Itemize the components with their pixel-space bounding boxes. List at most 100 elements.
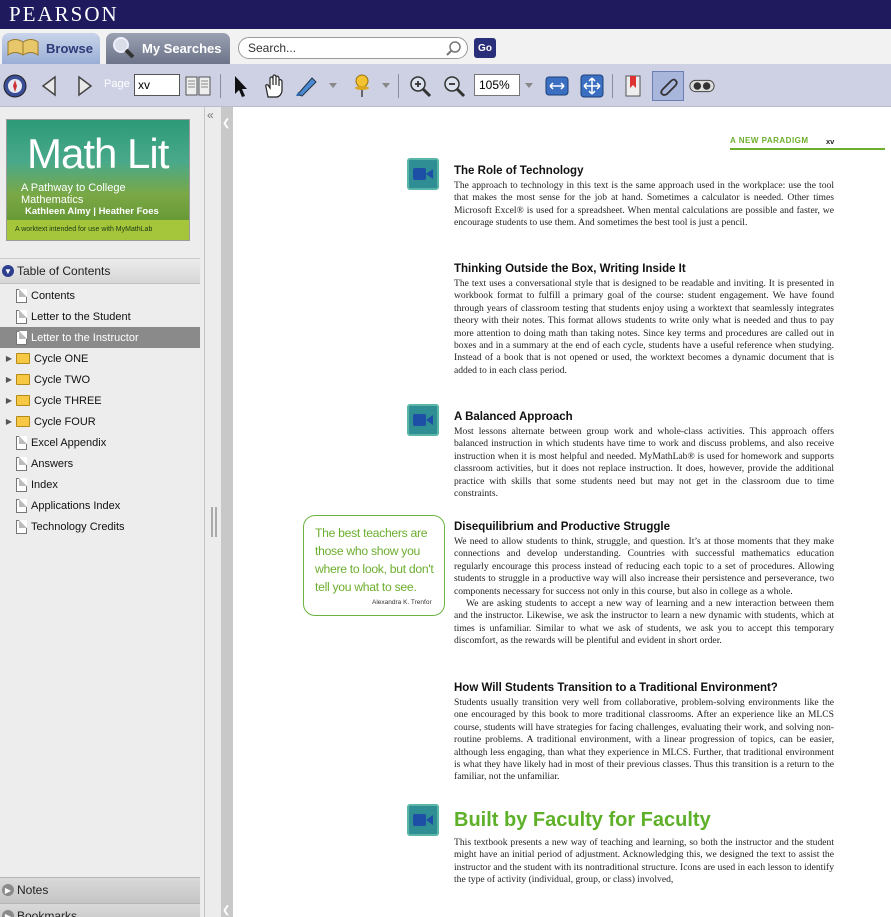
toc-item-label: Excel Appendix (31, 436, 107, 449)
bookmark-icon[interactable] (619, 72, 647, 100)
toc-item-label: Index (31, 478, 58, 491)
toc-item-cycle-two[interactable]: ▶ Cycle TWO (0, 369, 200, 390)
document-icon (16, 519, 27, 534)
search-input[interactable] (248, 40, 443, 56)
running-head: A NEW PARADIGM (730, 136, 809, 145)
toc-item-technology-credits[interactable]: Technology Credits (0, 516, 200, 537)
header-rule (730, 148, 885, 150)
go-button[interactable]: Go (474, 38, 496, 58)
section-body-continued: We are asking students to accept a new w… (454, 598, 834, 647)
bookmarks-header-label: Bookmarks (17, 909, 78, 917)
pushpin-dropdown-icon[interactable] (382, 83, 390, 88)
home-compass-icon[interactable] (1, 72, 29, 100)
toolbar: Page (0, 64, 891, 107)
open-book-icon (6, 36, 40, 61)
book-cover-image[interactable]: Math Lit A Pathway to College Mathematic… (6, 119, 190, 241)
video-icon[interactable] (407, 158, 439, 190)
zoom-dropdown-icon[interactable] (525, 83, 533, 88)
pan-hand-icon[interactable] (260, 72, 288, 100)
document-icon (16, 435, 27, 450)
toc-item-cycle-four[interactable]: ▶ Cycle FOUR (0, 411, 200, 432)
section-transition: How Will Students Transition to a Tradit… (454, 682, 834, 784)
paperclip-links-icon[interactable] (652, 71, 684, 101)
toc-item-letter-to-student[interactable]: Letter to the Student (0, 306, 200, 327)
select-arrow-icon[interactable] (226, 72, 254, 100)
expand-arrow-icon[interactable]: ▶ (5, 375, 13, 384)
chevron-right-icon: ▶ (2, 910, 14, 917)
video-icon[interactable] (407, 804, 439, 836)
search-icon[interactable] (446, 40, 462, 61)
page-number-input[interactable] (134, 74, 180, 96)
section-body: This textbook presents a new way of teac… (454, 837, 834, 886)
section-body: Students usually transition very well fr… (454, 697, 834, 783)
chevron-right-icon: ▶ (2, 884, 14, 896)
collapse-sidebar-icon[interactable]: « (207, 108, 214, 122)
folder-icon (16, 374, 30, 385)
video-icon[interactable] (407, 404, 439, 436)
toc-item-cycle-three[interactable]: ▶ Cycle THREE (0, 390, 200, 411)
pearson-logo: PEARSON (9, 2, 119, 26)
page-content: A NEW PARADIGM xv The Role of Technology… (233, 107, 891, 917)
expand-arrow-icon[interactable]: ▶ (5, 417, 13, 426)
toc-item-label: Contents (31, 289, 76, 302)
highlighter-icon[interactable] (293, 72, 321, 100)
zoom-out-icon[interactable] (440, 72, 468, 100)
section-body: The text uses a conversational style tha… (454, 278, 834, 376)
toc-item-contents[interactable]: Contents (0, 285, 200, 306)
document-icon (16, 288, 27, 303)
section-built-by-faculty: This textbook presents a new way of teac… (454, 837, 834, 887)
quote-author: Alexandra K. Trenfor (372, 599, 432, 606)
toolbar-divider (220, 74, 221, 98)
tab-browse[interactable]: Browse (2, 33, 100, 64)
document-icon (16, 309, 27, 324)
fit-width-icon[interactable] (543, 72, 571, 100)
section-role-of-technology: The Role of Technology The approach to t… (454, 165, 834, 230)
tab-my-searches-label: My Searches (142, 41, 222, 56)
section-balanced-approach: A Balanced Approach Most lessons alterna… (454, 411, 834, 500)
toc-item-label: Applications Index (31, 499, 121, 512)
folder-icon (16, 395, 30, 406)
previous-page-icon[interactable] (36, 72, 64, 100)
cover-band: A worktext intended for use with MyMathL… (7, 220, 189, 240)
document-icon (16, 456, 27, 471)
highlighter-dropdown-icon[interactable] (329, 83, 337, 88)
toc-item-letter-to-instructor[interactable]: Letter to the Instructor (0, 327, 200, 348)
fit-page-icon[interactable] (578, 72, 606, 100)
section-body: We need to allow students to think, stru… (454, 536, 834, 597)
tab-my-searches[interactable]: My Searches (106, 33, 230, 64)
section-heading: Thinking Outside the Box, Writing Inside… (454, 263, 686, 275)
notes-panel-header[interactable]: ▶ Notes (0, 877, 200, 903)
media-player-icon[interactable] (688, 72, 716, 100)
expand-arrow-icon[interactable]: ▶ (5, 396, 13, 405)
toc-header[interactable]: ▼ Table of Contents (0, 258, 200, 284)
content-left-rail (221, 107, 233, 917)
toc-item-index[interactable]: Index (0, 474, 200, 495)
section-body: Most lessons alternate between group wor… (454, 426, 834, 500)
section-heading: The Role of Technology (454, 165, 584, 177)
zoom-level-input[interactable] (474, 74, 520, 96)
toc-item-cycle-one[interactable]: ▶ Cycle ONE (0, 348, 200, 369)
splitter-grip-icon[interactable] (211, 507, 217, 537)
chevron-left-icon[interactable]: ❮ (222, 905, 230, 916)
expand-arrow-icon[interactable]: ▶ (5, 354, 13, 363)
pushpin-note-icon[interactable] (348, 72, 376, 100)
chevron-left-icon[interactable]: ❮ (222, 118, 230, 129)
toolbar-divider (612, 74, 613, 98)
toc-header-label: Table of Contents (17, 264, 111, 278)
two-page-view-icon[interactable] (184, 72, 212, 100)
toc-item-answers[interactable]: Answers (0, 453, 200, 474)
page-number: xv (826, 137, 835, 146)
section-heading: How Will Students Transition to a Tradit… (454, 682, 778, 694)
toc-item-excel-appendix[interactable]: Excel Appendix (0, 432, 200, 453)
toc-item-label: Letter to the Student (31, 310, 131, 323)
bookmarks-panel-header[interactable]: ▶ Bookmarks (0, 903, 200, 917)
toc-item-applications-index[interactable]: Applications Index (0, 495, 200, 516)
zoom-in-icon[interactable] (406, 72, 434, 100)
section-heading: Disequilibrium and Productive Struggle (454, 521, 670, 533)
toc-item-label: Cycle ONE (34, 352, 89, 365)
cover-subtitle: A Pathway to College Mathematics (21, 182, 126, 206)
toc-item-label: Answers (31, 457, 74, 470)
section-disequilibrium: Disequilibrium and Productive Struggle W… (454, 521, 834, 648)
folder-icon (16, 416, 30, 427)
next-page-icon[interactable] (70, 72, 98, 100)
